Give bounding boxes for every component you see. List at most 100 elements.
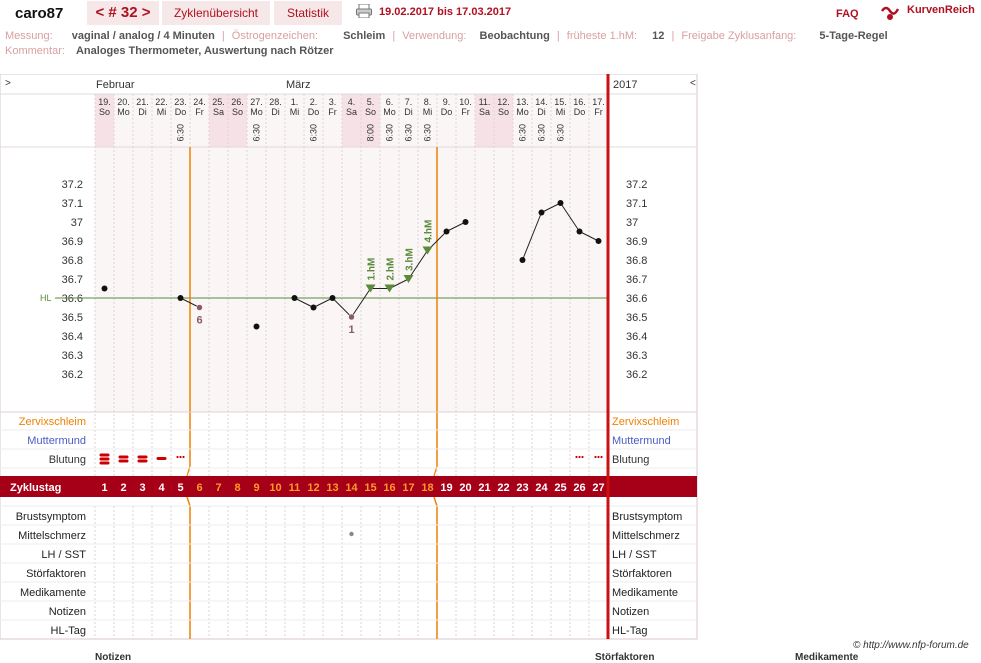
tab-statistics[interactable]: Statistik: [274, 1, 342, 25]
y-tick-label-left: 36.8: [62, 255, 83, 267]
temperature-point: [329, 295, 336, 301]
higher-measurement-label: 3.hM: [405, 248, 416, 271]
kurvenreich-logo-text[interactable]: KurvenReich: [907, 4, 975, 16]
day-weekday-label: Sa: [346, 107, 357, 117]
y-tick-label-left: 37.2: [62, 179, 83, 191]
bleeding-medium-mark: [137, 455, 148, 459]
day-date-label: 21.: [136, 97, 149, 107]
bleeding-heavy-mark: [99, 457, 110, 461]
cycle-navigator[interactable]: < # 32 >: [87, 1, 159, 25]
oestrogen-value: Schleim: [343, 30, 386, 42]
day-date-label: 4.: [348, 97, 356, 107]
temperature-point: [576, 228, 583, 235]
cycle-day-number: 13: [326, 482, 338, 494]
measurement-time-label: 6:30: [309, 124, 319, 142]
lower-row-label-right: Brustsymptom: [612, 511, 682, 523]
temperature-point: [443, 228, 450, 235]
print-icon[interactable]: [356, 4, 372, 18]
day-weekday-label: Fr: [328, 107, 337, 117]
bleeding-spotting-mark: [578, 455, 581, 459]
observation-row-label-right: Zervixschleim: [612, 416, 679, 428]
bleeding-light-mark: [156, 457, 167, 460]
cycle-day-number: 26: [573, 482, 585, 494]
tab-cycle-overview[interactable]: Zyklenübersicht: [162, 1, 270, 25]
observation-row-label: Muttermund: [27, 435, 86, 447]
mittelschmerz-mark: [349, 531, 354, 537]
cycle-day-number: 15: [364, 482, 376, 494]
verwendung-value: Beobachtung: [479, 30, 550, 42]
observation-row-label-right: Blutung: [612, 454, 649, 466]
lower-row-label-right: Störfaktoren: [612, 568, 672, 580]
measurement-info-line: Messung: vaginal / analog / 4 Minuten | …: [5, 30, 888, 42]
lower-row-label-right: Mittelschmerz: [612, 530, 680, 542]
day-date-label: 5.: [367, 97, 375, 107]
day-date-label: 17.: [592, 97, 605, 107]
copyright[interactable]: © http://www.nfp-forum.de: [853, 640, 969, 651]
separator: |: [221, 30, 225, 42]
measurement-time-label: 6:30: [518, 124, 528, 142]
day-weekday-label: Mo: [117, 107, 130, 117]
separator: |: [671, 30, 675, 42]
measurement-time-label: 6:30: [537, 124, 547, 142]
cycle-day-number: 7: [215, 482, 221, 494]
measurement-time-label: 6:30: [252, 124, 262, 142]
bleeding-spotting-mark: [179, 455, 182, 459]
temperature-point: [177, 295, 184, 301]
temperature-point: [101, 285, 108, 292]
day-date-label: 26.: [231, 97, 244, 107]
cycle-day-number: 17: [402, 482, 414, 494]
day-date-label: 2.: [310, 97, 318, 107]
y-tick-label-right: 36.3: [626, 350, 647, 362]
cycle-day-number: 24: [535, 482, 548, 494]
bleeding-spotting-mark: [176, 455, 179, 459]
y-tick-label-left: 37: [71, 217, 83, 229]
y-tick-label-right: 36.8: [626, 255, 647, 267]
y-tick-label-left: 36.3: [62, 350, 83, 362]
cycle-day-number: 21: [478, 482, 490, 494]
freigabe-value: 5-Tage-Regel: [819, 30, 888, 42]
day-date-label: 22.: [155, 97, 168, 107]
lower-row-label-right: HL-Tag: [612, 625, 647, 637]
separator: |: [556, 30, 560, 42]
temperature-point: [519, 257, 526, 263]
cover-line-label: HL: [40, 293, 52, 303]
day-date-label: 15.: [554, 97, 567, 107]
faq-link[interactable]: FAQ: [836, 8, 859, 20]
temperature-point: [253, 323, 260, 330]
lower-row-label: Brustsymptom: [16, 511, 86, 523]
y-tick-label-left: 36.7: [62, 274, 83, 286]
lower-row-label: Störfaktoren: [26, 568, 86, 580]
bleeding-spotting-mark: [594, 455, 597, 459]
observation-row-label-right: Muttermund: [612, 435, 671, 447]
cycle-day-number: 9: [253, 482, 259, 494]
bleeding-spotting-mark: [182, 455, 185, 459]
cycle-day-number: 2: [120, 482, 126, 494]
cycle-day-number: 11: [289, 482, 301, 494]
day-date-label: 13.: [516, 97, 529, 107]
lower-row-label: Medikamente: [20, 587, 86, 599]
higher-measurement-label: 2.hM: [386, 258, 397, 281]
day-date-label: 6.: [386, 97, 394, 107]
day-weekday-label: Di: [271, 107, 280, 117]
y-tick-label-left: 36.4: [62, 331, 83, 343]
lower-row-label: LH / SST: [41, 549, 86, 561]
verwendung-label: Verwendung:: [402, 30, 467, 42]
day-date-label: 14.: [535, 97, 548, 107]
day-date-label: 10.: [459, 97, 472, 107]
nav-next-arrow: <: [690, 78, 696, 89]
day-weekday-label: So: [498, 107, 509, 117]
lower-row-label-right: Medikamente: [612, 587, 678, 599]
messung-value: vaginal / analog / 4 Minuten: [71, 30, 215, 42]
day-date-label: 27.: [250, 97, 263, 107]
excluded-point-note: 1: [348, 324, 354, 336]
day-weekday-label: So: [365, 107, 376, 117]
day-weekday-label: Sa: [479, 107, 490, 117]
excluded-temperature-point: [196, 304, 203, 311]
day-weekday-label: Mi: [423, 107, 433, 117]
y-tick-label-left: 36.2: [62, 369, 83, 381]
day-weekday-label: Di: [537, 107, 546, 117]
day-weekday-label: Do: [574, 107, 586, 117]
higher-measurement-label: 4.hM: [424, 220, 435, 243]
day-date-label: 11.: [479, 97, 491, 107]
day-weekday-label: Mo: [516, 107, 529, 117]
